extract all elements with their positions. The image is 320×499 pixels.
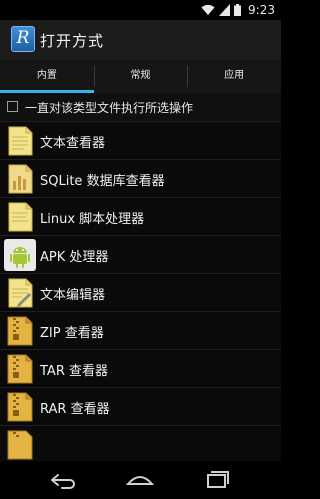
list-item-label: APK 处理器 [40, 250, 109, 265]
edit-file-icon [8, 278, 33, 308]
tab-apps[interactable]: 应用 [187, 60, 281, 93]
list-item-tar-viewer[interactable]: TAR 查看器 [0, 349, 281, 387]
list-item-zip-viewer[interactable]: ZIP 查看器 [0, 311, 281, 349]
recent-apps-icon[interactable] [202, 469, 232, 491]
tab-bar: 内置 常规 应用 [0, 60, 281, 93]
clock: 9:23 [248, 3, 275, 17]
status-bar: 9:23 [0, 0, 281, 20]
tar-archive-icon [7, 354, 33, 384]
list-item-partial[interactable] [0, 425, 281, 461]
list-item-label: ZIP 查看器 [40, 326, 104, 341]
list-item-label: RAR 查看器 [40, 402, 110, 417]
android-icon [4, 239, 36, 271]
list-item-apk-handler[interactable]: APK 处理器 [0, 235, 281, 273]
always-use-row[interactable]: 一直对该类型文件执行所选操作 [0, 93, 281, 121]
list-item-script-handler[interactable]: Linux 脚本处理器 [0, 197, 281, 235]
handler-list: 文本查看器 SQLite 数据库查看器 Linux 脚本处理器 APK 处理器 … [0, 121, 281, 461]
list-item-text-viewer[interactable]: 文本查看器 [0, 121, 281, 159]
home-icon[interactable] [125, 469, 155, 491]
navigation-bar [0, 461, 281, 499]
database-file-icon [8, 164, 33, 194]
list-item-rar-viewer[interactable]: RAR 查看器 [0, 387, 281, 425]
list-item-sqlite-viewer[interactable]: SQLite 数据库查看器 [0, 159, 281, 197]
rar-archive-icon [7, 392, 33, 422]
list-item-label: TAR 查看器 [40, 364, 108, 379]
cell-signal-icon [219, 4, 231, 16]
script-file-icon [8, 202, 33, 232]
back-icon[interactable] [48, 469, 78, 491]
list-item-label: Linux 脚本处理器 [40, 212, 145, 227]
status-icons: 9:23 [201, 3, 275, 17]
tab-builtin[interactable]: 内置 [0, 60, 94, 93]
always-use-checkbox[interactable] [7, 101, 18, 112]
list-item-label: 文本编辑器 [40, 288, 106, 303]
battery-icon [234, 4, 242, 16]
list-item-label: 文本查看器 [40, 136, 106, 151]
wifi-icon [201, 4, 215, 15]
tab-general[interactable]: 常规 [93, 60, 188, 93]
page-title: 打开方式 [40, 32, 105, 50]
action-bar: R 打开方式 [0, 20, 281, 60]
zip-archive-icon [7, 316, 33, 346]
list-item-text-editor[interactable]: 文本编辑器 [0, 273, 281, 311]
list-item-label: SQLite 数据库查看器 [40, 174, 165, 189]
archive-icon [7, 430, 33, 460]
app-logo-icon[interactable]: R [11, 26, 35, 52]
text-file-icon [8, 126, 33, 156]
always-use-label: 一直对该类型文件执行所选操作 [25, 101, 194, 115]
